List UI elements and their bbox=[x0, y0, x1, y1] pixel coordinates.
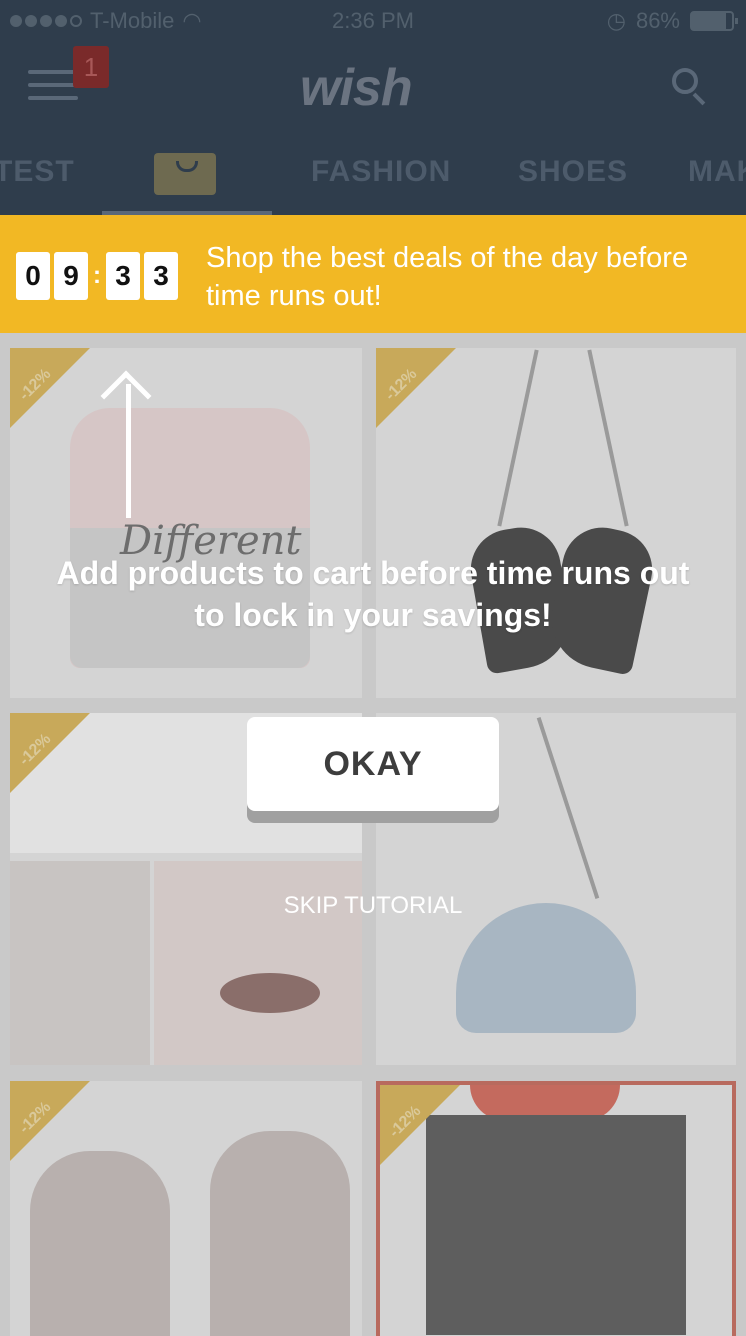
okay-button[interactable]: OKAY bbox=[247, 717, 499, 811]
deal-message: Shop the best deals of the day before ti… bbox=[206, 242, 689, 312]
app-header: 1 wish TEST FASHION SHOES MAK bbox=[0, 40, 746, 215]
countdown-digit: 3 bbox=[144, 252, 178, 300]
tutorial-message: Add products to cart before time runs ou… bbox=[56, 555, 690, 633]
alarm-icon: ◷ bbox=[606, 8, 626, 33]
product-card-necklace[interactable]: -12% bbox=[376, 348, 736, 698]
battery-fill bbox=[692, 13, 727, 29]
menu-icon[interactable] bbox=[28, 70, 78, 102]
necklace-chain bbox=[587, 349, 629, 527]
product-card-sweater[interactable]: Different -12% bbox=[10, 348, 362, 698]
battery-percent: 86% bbox=[635, 8, 680, 33]
eye-shape bbox=[220, 973, 320, 1013]
pendant-chain bbox=[536, 717, 600, 899]
model-image bbox=[30, 1151, 170, 1336]
countdown-timer: 0 9 : 3 3 bbox=[16, 252, 182, 300]
tab-fashion[interactable]: FASHION bbox=[311, 155, 451, 189]
product-card-makeup-palette[interactable]: -12% bbox=[376, 1081, 736, 1336]
tab-deals-bag-icon[interactable] bbox=[154, 153, 216, 195]
tab-makeup[interactable]: MAK bbox=[688, 155, 746, 189]
countdown-digit: 0 bbox=[16, 252, 50, 300]
makeup-palette-image bbox=[426, 1115, 686, 1335]
daily-deal-banner: 0 9 : 3 3 Shop the best deals of the day… bbox=[0, 215, 746, 333]
status-bar: T-Mobile ◠ 2:36 PM ◷ 86% bbox=[0, 0, 746, 40]
battery-icon bbox=[690, 11, 738, 31]
product-grid: Different -12% -12% -12% -12% -12% bbox=[0, 333, 746, 1336]
category-tabs: TEST FASHION SHOES MAK bbox=[0, 145, 746, 215]
up-arrow-icon bbox=[100, 370, 152, 518]
wish-logo: wish bbox=[300, 59, 413, 117]
status-right: ◷ 86% bbox=[606, 8, 738, 34]
model-image bbox=[210, 1131, 350, 1336]
countdown-digit: 9 bbox=[54, 252, 88, 300]
search-icon[interactable] bbox=[672, 68, 706, 106]
heart-pendant-image bbox=[456, 903, 636, 1033]
necklace-chain bbox=[497, 349, 539, 527]
menu-notification-badge: 1 bbox=[73, 46, 109, 88]
tab-shoes[interactable]: SHOES bbox=[518, 155, 628, 189]
countdown-digit: 3 bbox=[106, 252, 140, 300]
product-card-dress[interactable]: -12% bbox=[10, 1081, 362, 1336]
skip-tutorial-link[interactable]: SKIP TUTORIAL bbox=[0, 892, 746, 920]
tab-latest[interactable]: TEST bbox=[0, 155, 75, 189]
countdown-separator: : bbox=[93, 262, 101, 289]
